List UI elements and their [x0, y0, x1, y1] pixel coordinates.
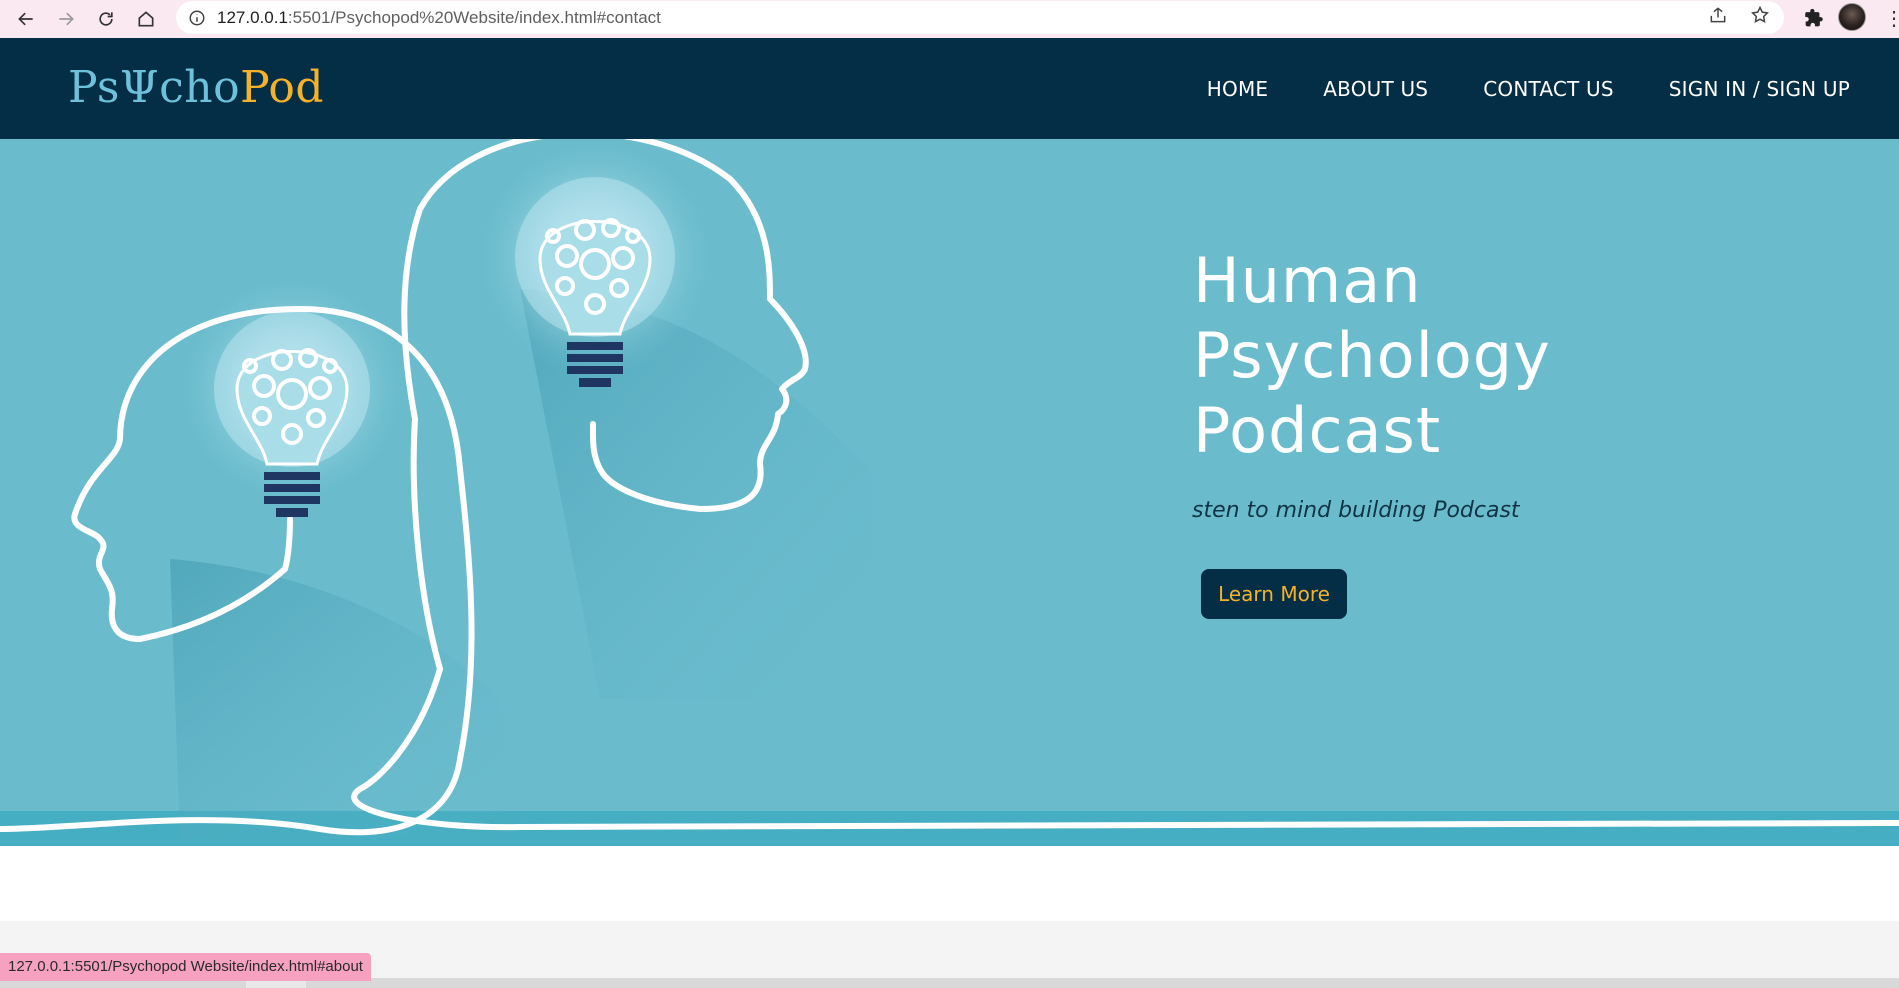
hero-title-line3: Podcast — [1193, 394, 1442, 467]
hero-title-line1: Human — [1193, 244, 1422, 317]
url-text[interactable]: 127.0.0.1:5501/Psychopod%20Website/index… — [217, 8, 661, 28]
arrow-right-icon — [59, 12, 74, 26]
logo-text-pod: Pod — [240, 62, 325, 113]
url-host: 127.0.0.1 — [217, 7, 288, 27]
bookmark-star-icon[interactable] — [1750, 5, 1770, 30]
arrow-left-icon — [18, 12, 33, 26]
nav-about-us[interactable]: ABOUT US — [1323, 77, 1428, 101]
browser-toolbar: 127.0.0.1:5501/Psychopod%20Website/index… — [0, 0, 1899, 38]
reload-icon — [99, 12, 113, 26]
profile-avatar[interactable] — [1838, 3, 1866, 31]
link-status-bubble: 127.0.0.1:5501/Psychopod Website/index.h… — [0, 953, 371, 981]
hero-section: Human Psychology Podcast sten to mind bu… — [0, 139, 1899, 846]
learn-more-button[interactable]: Learn More — [1201, 569, 1347, 619]
site-logo[interactable]: PsΨchoPod — [68, 62, 324, 113]
logo-text-psycho: PsΨcho — [68, 62, 241, 113]
content-section — [0, 846, 1899, 921]
reload-button[interactable] — [86, 0, 126, 38]
nav-home[interactable]: HOME — [1207, 77, 1268, 101]
hero-title: Human Psychology Podcast — [1193, 243, 1793, 468]
forward-button[interactable] — [46, 0, 86, 38]
nav-contact-us[interactable]: CONTACT US — [1483, 77, 1614, 101]
back-button[interactable] — [6, 0, 46, 38]
hero-title-line2: Psychology — [1193, 319, 1551, 392]
share-icon[interactable] — [1708, 5, 1728, 30]
main-navigation: HOME ABOUT US CONTACT US SIGN IN / SIGN … — [1207, 38, 1850, 139]
browser-menu-icon[interactable]: ⋮ — [1884, 6, 1899, 32]
site-header: PsΨchoPod HOME ABOUT US CONTACT US SIGN … — [0, 38, 1899, 139]
site-info-icon[interactable] — [187, 8, 207, 28]
url-path: :5501/Psychopod%20Website/index.html#con… — [287, 7, 661, 27]
extensions-puzzle-icon[interactable] — [1800, 4, 1828, 32]
address-bar[interactable]: 127.0.0.1:5501/Psychopod%20Website/index… — [176, 1, 1784, 34]
home-button[interactable] — [126, 0, 166, 38]
nav-sign-in-sign-up[interactable]: SIGN IN / SIGN UP — [1669, 77, 1850, 101]
home-icon — [138, 11, 154, 27]
hero-subtitle: sten to mind building Podcast — [1192, 498, 1520, 523]
